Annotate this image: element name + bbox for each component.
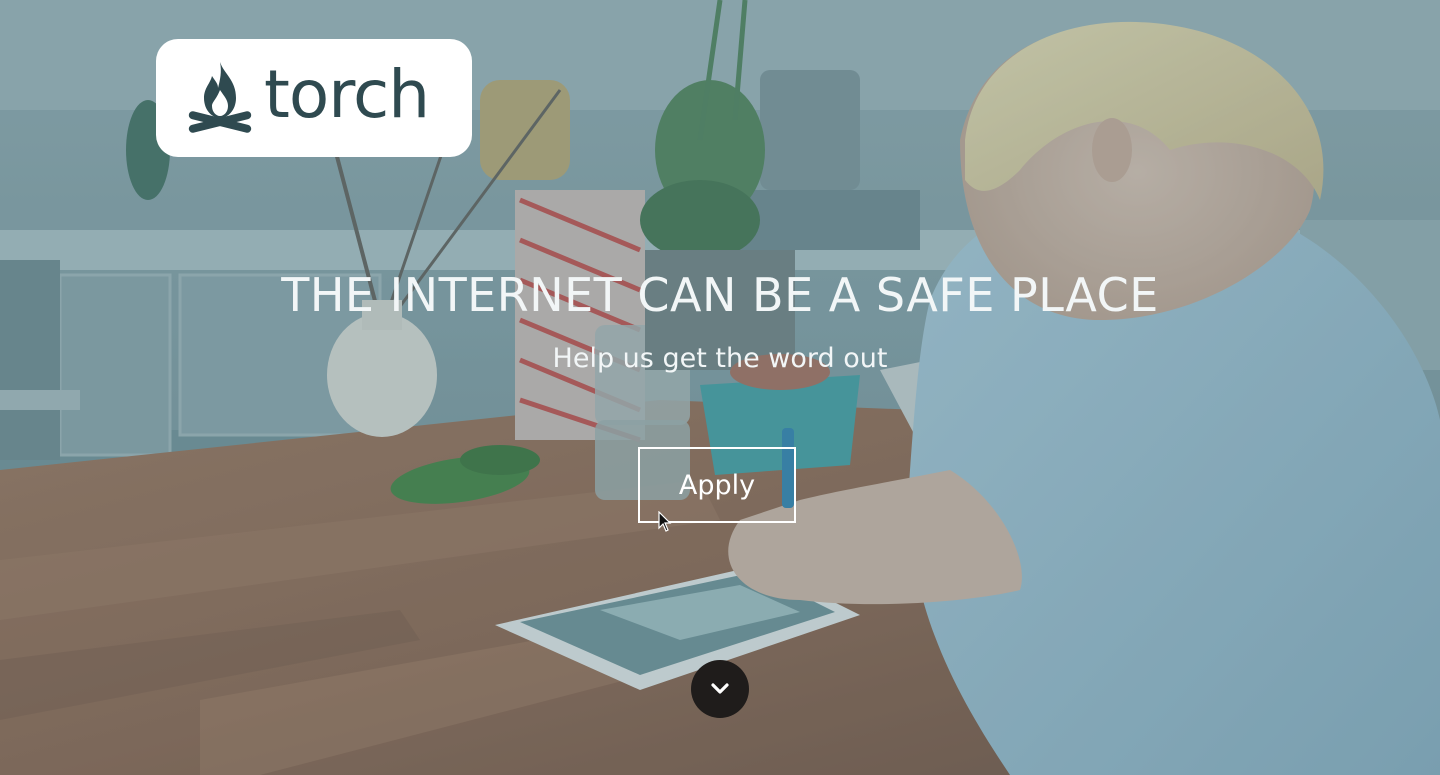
mouse-cursor-icon <box>658 511 672 532</box>
scroll-down-button[interactable] <box>691 660 749 718</box>
brand-name: torch <box>264 56 430 133</box>
campfire-icon <box>188 62 252 133</box>
hero-headline: THE INTERNET CAN BE A SAFE PLACE <box>281 268 1159 322</box>
chevron-down-icon <box>711 683 729 694</box>
brand-logo[interactable]: torch <box>156 39 472 157</box>
hero-subheadline: Help us get the word out <box>552 343 888 374</box>
hero-section: torch THE INTERNET CAN BE A SAFE PLACE H… <box>0 0 1440 775</box>
